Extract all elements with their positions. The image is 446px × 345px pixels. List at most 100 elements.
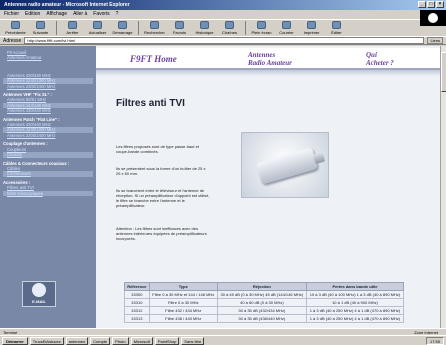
email-logo-text: E-MAIL xyxy=(32,299,46,305)
toolbar-separator xyxy=(138,21,139,35)
sidebar-item[interactable]: Antennes 430/440 MHz xyxy=(3,108,93,113)
email-logo[interactable]: E-MAIL xyxy=(22,281,56,307)
taskbar-task[interactable]: antennes xyxy=(65,336,89,345)
sidebar-item[interactable]: Connecteurs xyxy=(3,171,93,177)
taskbar-task[interactable]: Sans titre xyxy=(181,336,205,345)
table-row: 33312 Filtre 432 / 434 MHz 30 à 35 dB (432… xyxy=(124,306,405,315)
table-body: 33300 Filtre 0 à 30 MHz et 144 / 146 MHz 3… xyxy=(124,290,405,323)
address-bar: Adresse Liens xyxy=(0,36,446,45)
favorites-icon xyxy=(175,21,184,29)
toolbar-button-forward[interactable]: Suivante xyxy=(29,21,52,35)
table-cell: 1 à 3 dB (40 à 250 MHz) 4 à 1 dB (470 à … xyxy=(305,314,405,323)
maximize-button[interactable]: □ xyxy=(427,1,435,8)
menu-go[interactable]: Aller à xyxy=(73,11,87,17)
sidebar-item[interactable]: Antennes 2300/2400 MHz xyxy=(3,133,93,138)
toolbar-label: Suivante xyxy=(32,30,49,35)
table-cell: Filtre 432 / 434 MHz xyxy=(148,306,218,315)
stop-icon xyxy=(68,21,77,29)
toolbar-label: Précédente xyxy=(5,30,26,35)
toolbar-button-history[interactable]: Historique xyxy=(193,21,216,35)
menu-view[interactable]: Affichage xyxy=(46,11,67,17)
refresh-icon xyxy=(93,21,102,29)
sidebar-item[interactable]: Chassis xyxy=(3,152,93,158)
history-icon xyxy=(200,21,209,29)
toolbar-button-stop[interactable]: Arrêter xyxy=(61,21,84,35)
toolbar-label: Imprimer xyxy=(303,30,320,35)
paragraph-install: Ils se branchent entre le téléviseur et … xyxy=(116,188,210,208)
toolbar-button-mail[interactable]: Courrier xyxy=(275,21,298,35)
title-bar: Antennes radio amateur - Microsoft Inter… xyxy=(0,0,446,10)
toolbar-label: Arrêter xyxy=(66,30,79,35)
banner-antennes-link[interactable]: Antennes Radio Amateur xyxy=(248,51,292,67)
page-title: Filtres anti TVI xyxy=(116,98,185,109)
banner-divider xyxy=(96,70,440,76)
forward-icon xyxy=(36,21,45,29)
table-cell: 10 à 3 dB (40 à 100 MHz) 1 à 3 dB (40 à … xyxy=(305,290,405,299)
table-cell: 10 à 1 dB (40 à 900 MHz) xyxy=(305,298,405,307)
toolbar-button-favorites[interactable]: Favoris xyxy=(168,21,191,35)
task-buttons: TrucsEtAstuces antennes Compte Photo Microso… xyxy=(29,336,205,345)
menu-favorites[interactable]: Favoris xyxy=(93,11,109,17)
address-input[interactable] xyxy=(24,37,425,44)
ie-logo-icon xyxy=(420,10,446,26)
paragraph-warning: Attention : Les filtres sont inefficaces… xyxy=(116,226,207,241)
toolbar-button-channels[interactable]: Chaînes xyxy=(218,21,241,35)
table-cell: 30 à 35 dB (438/440 MHz) xyxy=(216,314,307,323)
toolbar-button-print[interactable]: Imprimer xyxy=(300,21,323,35)
table-cell: Filtre 0 à 30 MHz xyxy=(148,298,218,307)
paragraph-intro: Les filtres proposés sont de type passe-… xyxy=(116,144,199,154)
globe-icon xyxy=(32,283,46,298)
window-controls: _ □ × xyxy=(418,1,444,8)
toolbar-button-home[interactable]: Démarrage xyxy=(111,21,134,35)
menu-file[interactable]: Fichier xyxy=(4,11,19,17)
toolbar-label: Rechercher xyxy=(144,30,165,35)
menu-bar: Fichier Edition Affichage Aller à Favori… xyxy=(0,10,446,18)
filters-table: Référence Type Réjection Pertes dans bande … xyxy=(124,282,405,323)
table-row: 33300 Filtre 0 à 30 MHz et 144 / 146 MHz 3… xyxy=(124,290,405,299)
scroll-thumb[interactable] xyxy=(441,52,446,92)
menu-help[interactable]: ? xyxy=(116,11,119,17)
minimize-button[interactable]: _ xyxy=(418,1,426,8)
filter-body-shape xyxy=(256,147,318,185)
table-row: 33313 Filtre 438 / 440 MHz 30 à 35 dB (438… xyxy=(124,314,405,323)
table-cell: 30 à 45 dB (0 à 30 MHz) 45 dB (144/146 M… xyxy=(216,290,307,299)
toolbar: Précédente Suivante Arrêter Actualiser Démar… xyxy=(0,19,420,36)
page-viewport: F9 Accueil Antennes Amateur Antennes 430… xyxy=(0,46,440,328)
site-banner: F9FT Home Antennes Radio Amateur Qui Ach… xyxy=(96,48,440,70)
search-icon xyxy=(150,21,159,29)
toolbar-label: Actualiser xyxy=(88,30,107,35)
banner-buy-link[interactable]: Qui Acheter ? xyxy=(366,51,394,67)
toolbar-button-search[interactable]: Rechercher xyxy=(143,21,166,35)
window-title: Antennes radio amateur - Microsoft Inter… xyxy=(4,2,130,8)
toolbar-button-refresh[interactable]: Actualiser xyxy=(86,21,109,35)
taskbar-task[interactable]: Photo xyxy=(112,336,129,345)
table-cell: 33310 xyxy=(124,298,150,307)
links-button[interactable]: Liens xyxy=(427,37,443,44)
main-content: F9FT Home Antennes Radio Amateur Qui Ach… xyxy=(96,46,440,328)
back-icon xyxy=(11,21,20,29)
taskbar-task[interactable]: Compte xyxy=(90,336,111,345)
menu-edit[interactable]: Edition xyxy=(25,11,40,17)
status-bar: Terminé Zone Internet xyxy=(0,328,446,335)
sidebar: F9 Accueil Antennes Amateur Antennes 430… xyxy=(0,46,96,328)
address-label: Adresse xyxy=(3,37,22,44)
close-button[interactable]: × xyxy=(436,1,444,8)
toolbar-button-fullscreen[interactable]: Plein écran xyxy=(250,21,273,35)
toolbar-label: Éditer xyxy=(331,30,342,35)
sidebar-item[interactable]: Mâts télescopiques xyxy=(3,190,93,196)
toolbar-label: Favoris xyxy=(172,30,187,35)
table-cell: 33312 xyxy=(124,306,150,315)
sidebar-item[interactable]: Antennes 2300/2400 MHz xyxy=(3,84,93,89)
banner-brand-link[interactable]: F9FT Home xyxy=(130,55,177,64)
table-cell: 30 à 35 dB (432/434 MHz) xyxy=(216,306,307,315)
taskbar-task[interactable]: PaintShop xyxy=(154,336,180,345)
taskbar-task[interactable]: Microsoft xyxy=(130,336,153,345)
start-button[interactable]: Démarrer xyxy=(2,336,28,345)
vertical-scrollbar[interactable] xyxy=(440,46,446,328)
toolbar-button-back[interactable]: Précédente xyxy=(4,21,27,35)
table-cell: Filtre 438 / 440 MHz xyxy=(148,314,218,323)
sidebar-link-antennas[interactable]: Antennes Amateur xyxy=(3,55,93,60)
toolbar-button-edit[interactable]: Éditer xyxy=(325,21,348,35)
taskbar-task[interactable]: TrucsEtAstuces xyxy=(29,336,64,345)
toolbar-label: Démarrage xyxy=(112,30,133,35)
